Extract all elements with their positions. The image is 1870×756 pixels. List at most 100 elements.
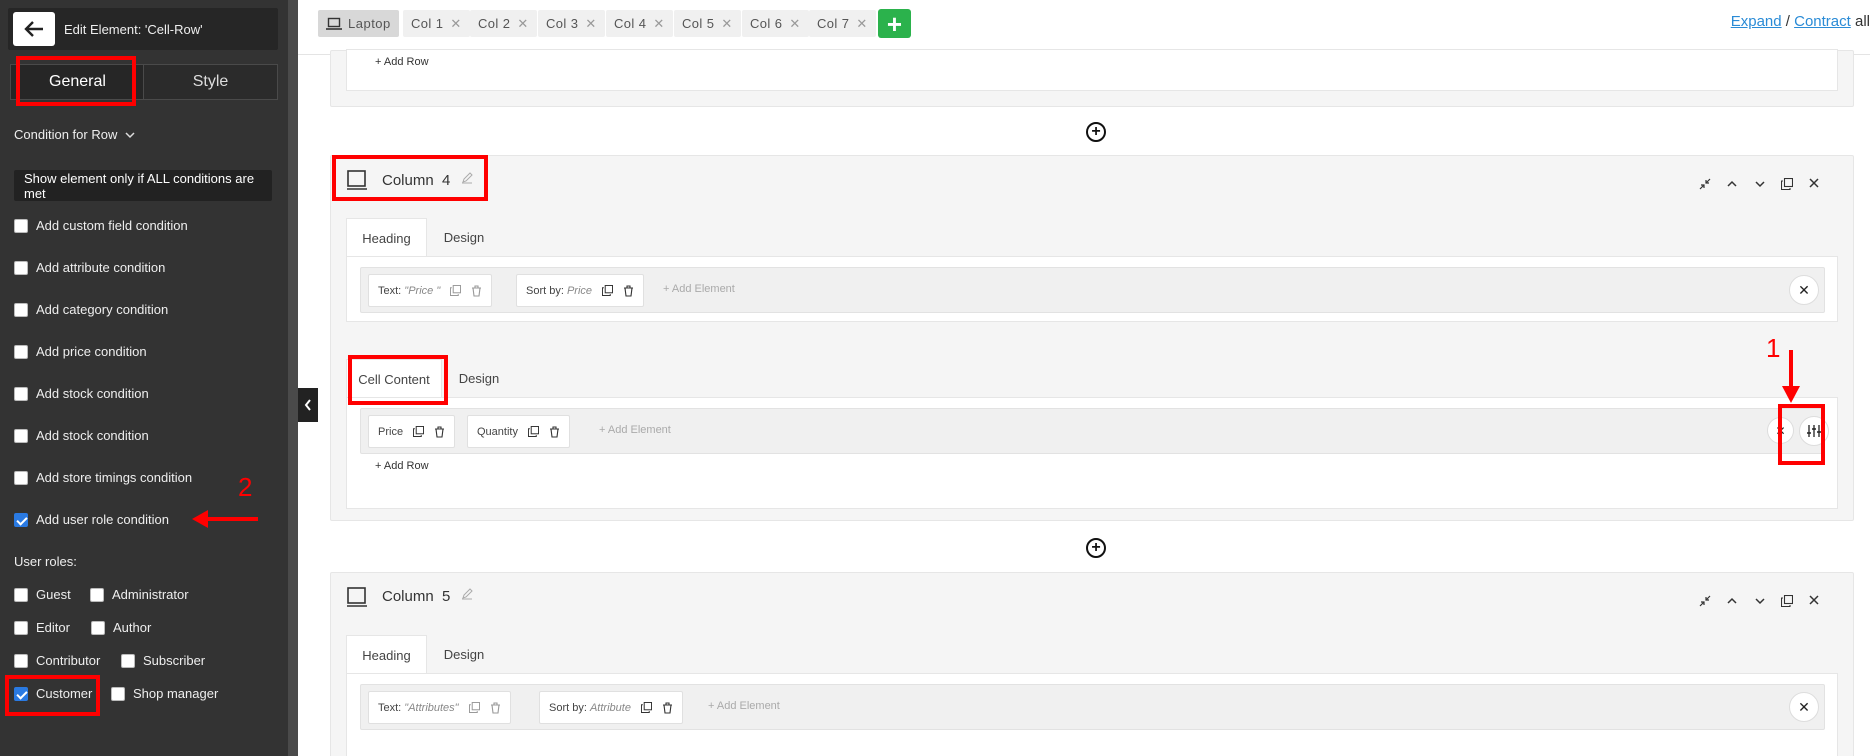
- condition-stock[interactable]: Add stock condition: [14, 386, 149, 401]
- back-button[interactable]: [13, 12, 55, 46]
- annotation-box-customer: [5, 675, 100, 716]
- chevron-down-icon[interactable]: [1755, 180, 1765, 188]
- checkbox[interactable]: [14, 386, 28, 401]
- tab-style[interactable]: Style: [143, 64, 278, 100]
- role-subscriber[interactable]: Subscriber: [121, 653, 205, 668]
- col-chip-6[interactable]: Col 6 ✕: [742, 10, 809, 37]
- trash-icon[interactable]: [662, 701, 673, 714]
- condition-custom-field[interactable]: Add custom field condition: [14, 218, 188, 233]
- role-shop-manager[interactable]: Shop manager: [111, 686, 218, 701]
- device-laptop-button[interactable]: Laptop: [318, 10, 399, 37]
- checkbox[interactable]: [14, 653, 28, 668]
- close-icon[interactable]: ✕: [789, 16, 800, 32]
- add-row-link[interactable]: + Add Row: [375, 56, 429, 68]
- duplicate-icon[interactable]: [1781, 178, 1793, 190]
- close-icon[interactable]: ✕: [856, 16, 867, 32]
- expand-link[interactable]: Expand: [1731, 13, 1782, 30]
- role-contributor[interactable]: Contributor: [14, 653, 100, 668]
- contract-link[interactable]: Contract: [1794, 13, 1851, 30]
- collapse-icon[interactable]: [1699, 595, 1711, 607]
- role-author[interactable]: Author: [91, 620, 151, 635]
- heading-sort-element[interactable]: Sort by: Price: [516, 274, 645, 307]
- col-chip-4[interactable]: Col 4 ✕: [606, 10, 673, 37]
- condition-price[interactable]: Add price condition: [14, 344, 147, 359]
- price-element[interactable]: Price: [368, 415, 456, 448]
- sidebar-scrollbar[interactable]: [288, 0, 298, 756]
- col-chip-7[interactable]: Col 7 ✕: [809, 10, 876, 37]
- duplicate-icon[interactable]: [468, 702, 480, 713]
- role-guest[interactable]: Guest: [14, 587, 71, 602]
- condition-category[interactable]: Add category condition: [14, 302, 168, 317]
- duplicate-icon[interactable]: [602, 285, 614, 296]
- tab-heading[interactable]: Heading: [346, 218, 427, 257]
- checkbox-checked[interactable]: [14, 512, 28, 527]
- col-chip-1[interactable]: Col 1 ✕: [403, 10, 470, 37]
- condition-stock-2[interactable]: Add stock condition: [14, 428, 149, 443]
- chevron-down-icon[interactable]: [1755, 597, 1765, 605]
- close-button[interactable]: ✕: [1789, 692, 1819, 722]
- close-icon[interactable]: ✕: [653, 16, 664, 32]
- condition-dropdown[interactable]: Condition for Row: [14, 127, 135, 142]
- add-column-button[interactable]: +: [878, 9, 911, 38]
- chevron-up-icon[interactable]: [1727, 180, 1737, 188]
- checkbox[interactable]: [111, 686, 125, 701]
- condition-user-role[interactable]: Add user role condition: [14, 512, 169, 527]
- tab-heading[interactable]: Heading: [346, 635, 427, 674]
- expand-contract-controls: Expand / Contract all: [1731, 13, 1870, 30]
- heading-text-element[interactable]: Text: "Price ": [368, 274, 493, 307]
- col-chip-3[interactable]: Col 3 ✕: [538, 10, 605, 37]
- col-chip-2[interactable]: Col 2 ✕: [470, 10, 537, 37]
- close-icon[interactable]: ✕: [517, 16, 528, 32]
- collapse-sidebar-button[interactable]: [298, 388, 318, 422]
- sidebar-header: Edit Element: 'Cell-Row': [8, 8, 278, 50]
- add-element-link[interactable]: + Add Element: [599, 424, 671, 436]
- duplicate-icon[interactable]: [527, 426, 539, 437]
- close-icon[interactable]: ✕: [585, 16, 596, 32]
- add-column-plus-icon[interactable]: +: [1086, 538, 1106, 558]
- condition-store-timings[interactable]: Add store timings condition: [14, 470, 192, 485]
- checkbox[interactable]: [14, 620, 28, 635]
- checkbox[interactable]: [14, 428, 28, 443]
- add-row-link[interactable]: + Add Row: [375, 460, 429, 472]
- edit-icon[interactable]: [461, 588, 473, 600]
- trash-icon[interactable]: [434, 425, 445, 438]
- duplicate-icon[interactable]: [640, 702, 652, 713]
- heading-sort-element[interactable]: Sort by: Attribute: [539, 691, 683, 724]
- close-icon[interactable]: [1809, 178, 1819, 188]
- tab-design[interactable]: Design: [429, 635, 499, 674]
- add-element-link[interactable]: + Add Element: [708, 700, 780, 712]
- condition-mode-select[interactable]: Show element only if ALL conditions are …: [14, 170, 272, 201]
- duplicate-icon[interactable]: [413, 426, 425, 437]
- checkbox[interactable]: [90, 587, 104, 602]
- add-column-plus-icon[interactable]: +: [1086, 122, 1106, 142]
- trash-icon[interactable]: [471, 284, 482, 297]
- trash-icon[interactable]: [549, 425, 560, 438]
- quantity-element[interactable]: Quantity: [467, 415, 570, 448]
- col-chip-5[interactable]: Col 5 ✕: [674, 10, 741, 37]
- trash-icon[interactable]: [490, 701, 501, 714]
- role-administrator[interactable]: Administrator: [90, 587, 189, 602]
- checkbox[interactable]: [91, 620, 105, 635]
- checkbox[interactable]: [121, 653, 135, 668]
- close-icon[interactable]: ✕: [450, 16, 461, 32]
- checkbox[interactable]: [14, 218, 28, 233]
- close-icon[interactable]: [1809, 595, 1819, 605]
- duplicate-icon[interactable]: [450, 285, 462, 296]
- condition-attribute[interactable]: Add attribute condition: [14, 260, 165, 275]
- heading-text-element[interactable]: Text: "Attributes": [368, 691, 511, 724]
- checkbox[interactable]: [14, 302, 28, 317]
- role-editor[interactable]: Editor: [14, 620, 70, 635]
- duplicate-icon[interactable]: [1781, 595, 1793, 607]
- close-button[interactable]: ✕: [1789, 275, 1819, 305]
- trash-icon[interactable]: [623, 284, 634, 297]
- collapse-icon[interactable]: [1699, 178, 1711, 190]
- checkbox[interactable]: [14, 344, 28, 359]
- tab-design[interactable]: Design: [444, 359, 514, 398]
- tab-design[interactable]: Design: [429, 218, 499, 257]
- checkbox[interactable]: [14, 260, 28, 275]
- checkbox[interactable]: [14, 587, 28, 602]
- checkbox[interactable]: [14, 470, 28, 485]
- chevron-up-icon[interactable]: [1727, 597, 1737, 605]
- add-element-link[interactable]: + Add Element: [663, 283, 735, 295]
- close-icon[interactable]: ✕: [721, 16, 732, 32]
